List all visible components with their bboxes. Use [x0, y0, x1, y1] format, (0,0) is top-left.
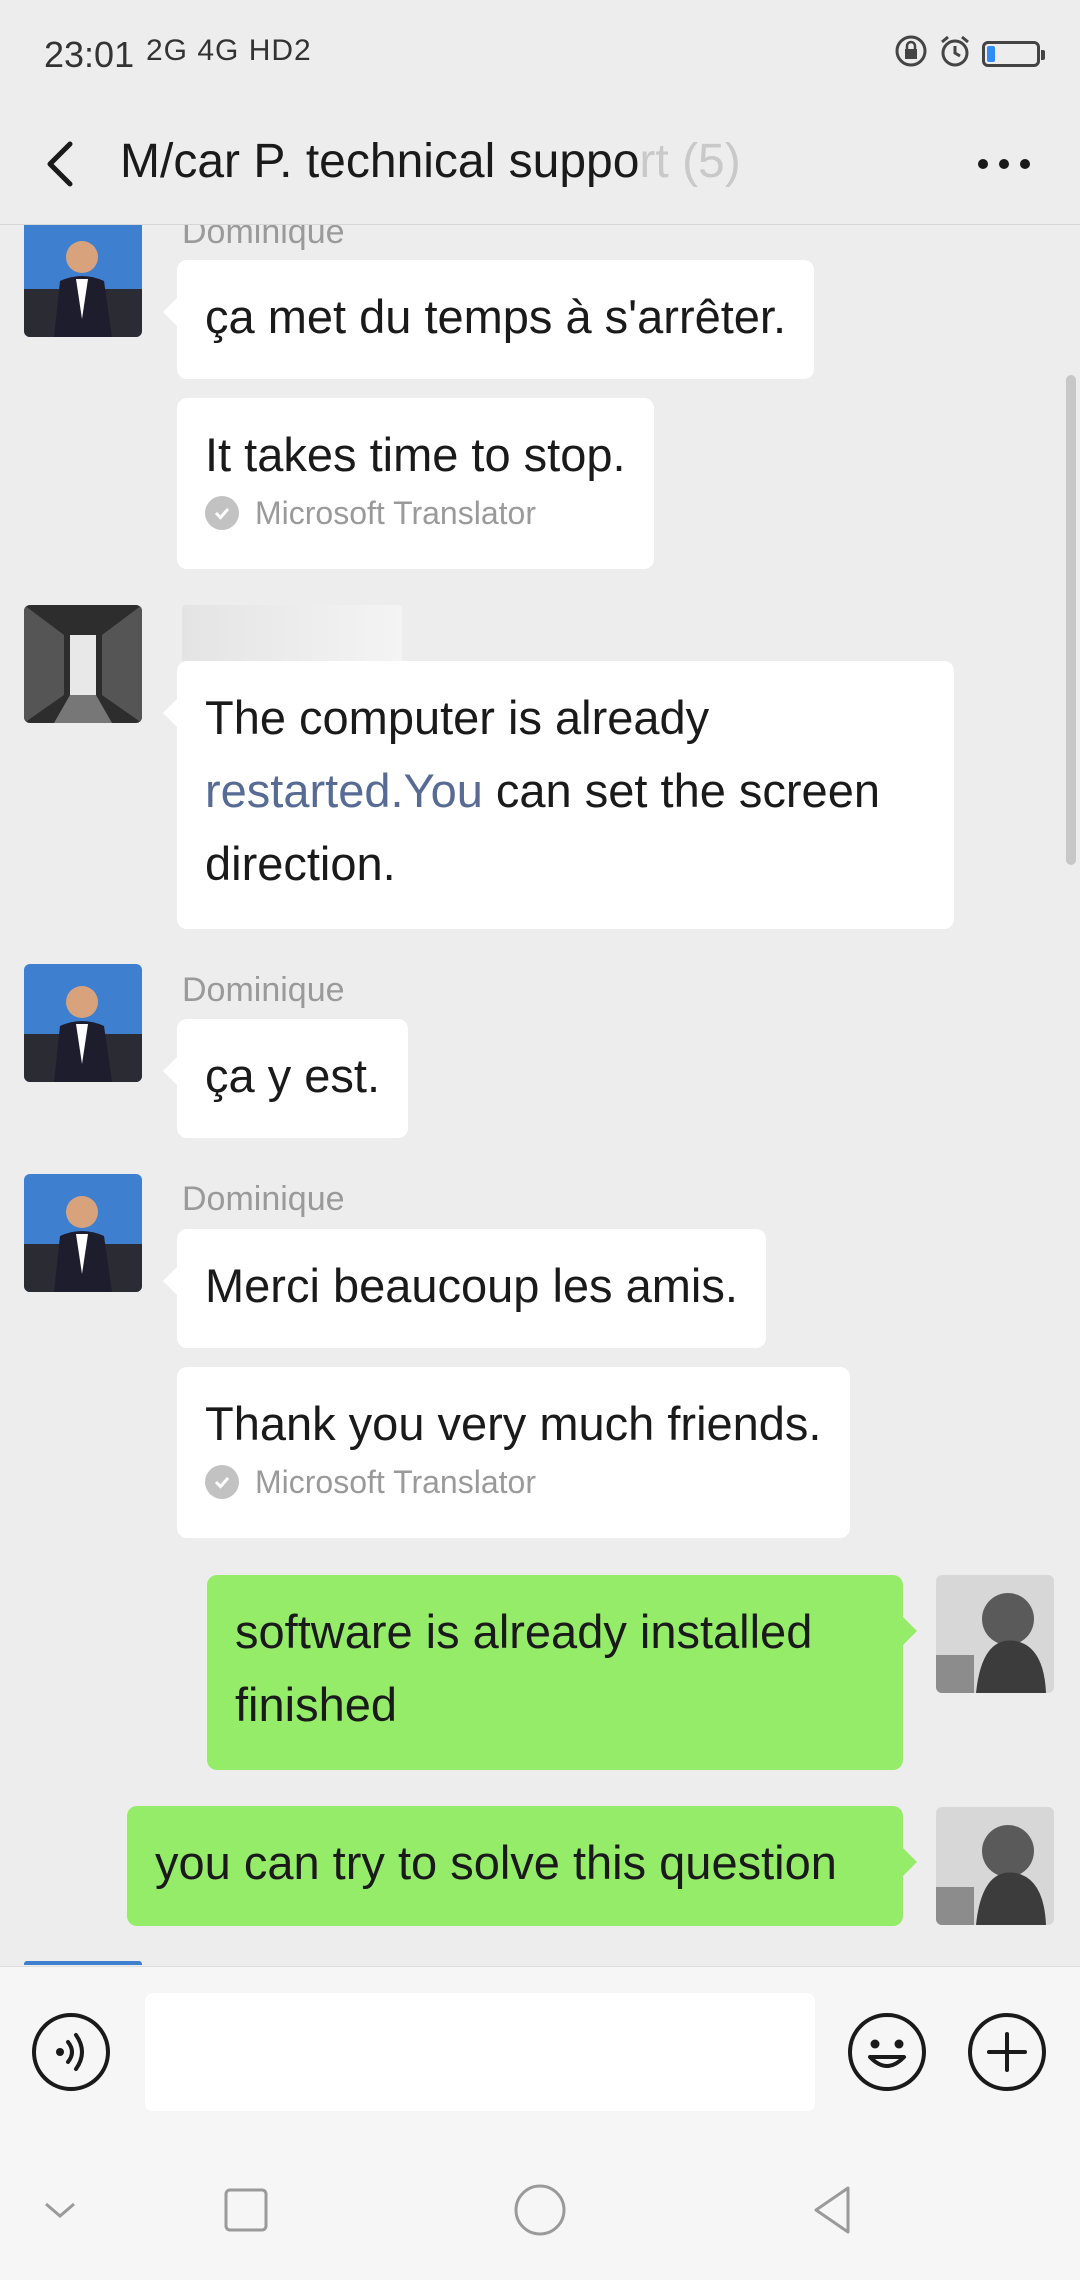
back-icon: [814, 2186, 850, 2234]
translator-label: Microsoft Translator: [205, 493, 626, 533]
more-icon: [978, 159, 1030, 169]
hide-nav-button[interactable]: [24, 2174, 96, 2246]
avatar-dominique[interactable]: [24, 1174, 142, 1292]
message-list[interactable]: Dominique ça met du temps à s'arrêter. I…: [0, 225, 1080, 1965]
status-bar: 23:01 2G 4G HD2: [0, 0, 1080, 110]
avatar-me[interactable]: [936, 1575, 1054, 1693]
home-icon: [514, 2184, 566, 2236]
status-time: 23:01: [44, 34, 135, 75]
home-button[interactable]: [504, 2174, 576, 2246]
network-indicator: 2G 4G HD2: [146, 34, 312, 67]
back-button[interactable]: [36, 124, 90, 204]
chat-title: M/car P. technical support (5): [120, 122, 741, 202]
translator-name: Microsoft Translator: [255, 495, 536, 531]
recents-button[interactable]: [210, 2174, 282, 2246]
plus-icon: [968, 2013, 1046, 2091]
more-button[interactable]: [964, 124, 1044, 204]
emoji-icon: [848, 2013, 926, 2091]
sender-name: Dominique: [182, 1180, 345, 1218]
message-text: you can try to solve this question: [155, 1836, 837, 1889]
emoji-button[interactable]: [846, 2011, 928, 2093]
message-bubble[interactable]: The computer is already restarted.You ca…: [163, 661, 954, 929]
message-text: Merci beaucoup les amis.: [205, 1259, 738, 1312]
battery-icon: [982, 40, 1045, 67]
message-link[interactable]: restarted.You: [205, 764, 483, 817]
avatar-me[interactable]: [936, 1807, 1054, 1925]
chat-title-text: M/car P. technical suppo: [120, 135, 640, 188]
check-icon: [205, 496, 239, 530]
check-icon: [205, 1465, 239, 1499]
voice-button[interactable]: [30, 2011, 112, 2093]
scrollbar[interactable]: [1066, 375, 1076, 865]
battery-level: [987, 45, 995, 62]
message-text: The computer is already: [205, 691, 710, 744]
back-arrow-icon: [47, 141, 73, 187]
message-bubble[interactable]: Merci beaucoup les amis.: [163, 1229, 766, 1348]
chevron-down-icon: [45, 2202, 75, 2218]
chat-header: M/car P. technical support (5): [0, 110, 1080, 225]
chat-title-faded: rt (5): [639, 135, 741, 188]
message-bubble[interactable]: ça met du temps à s'arrêter.: [162, 260, 815, 379]
alarm-icon: [938, 34, 972, 73]
message-text: ça y est.: [205, 1049, 381, 1102]
avatar-dominique[interactable]: [24, 964, 142, 1082]
avatar-user[interactable]: [24, 605, 142, 723]
my-message-bubble[interactable]: software is already installed finished: [207, 1575, 917, 1770]
avatar-dominique[interactable]: [24, 225, 142, 337]
status-icons: [894, 34, 1045, 73]
avatar-partial: [24, 1961, 142, 1965]
message-bubble[interactable]: ça y est.: [162, 1019, 409, 1138]
message-input[interactable]: [145, 1993, 815, 2111]
translation-bubble[interactable]: It takes time to stop. Microsoft Transla…: [177, 398, 654, 569]
input-bar: [0, 1966, 1080, 2139]
translation-bubble[interactable]: Thank you very much friends. Microsoft T…: [177, 1367, 850, 1538]
recents-icon: [224, 2188, 268, 2232]
message-text: ça met du temps à s'arrêter.: [205, 290, 787, 343]
translation-text: It takes time to stop.: [205, 428, 626, 481]
lock-rotation-icon: [894, 34, 928, 73]
translation-text: Thank you very much friends.: [205, 1397, 822, 1450]
sender-name: Dominique: [182, 971, 345, 1009]
nav-back-button[interactable]: [798, 2174, 870, 2246]
more-actions-button[interactable]: [966, 2011, 1048, 2093]
translator-label: Microsoft Translator: [205, 1462, 822, 1502]
my-message-bubble[interactable]: you can try to solve this question: [127, 1806, 917, 1926]
sender-name-redacted: [182, 605, 402, 665]
voice-icon: [32, 2013, 110, 2091]
system-nav-bar: [0, 2138, 1080, 2280]
message-text: software is already installed finished: [235, 1605, 813, 1731]
sender-name: Dominique: [182, 225, 345, 251]
translator-name: Microsoft Translator: [255, 1464, 536, 1500]
